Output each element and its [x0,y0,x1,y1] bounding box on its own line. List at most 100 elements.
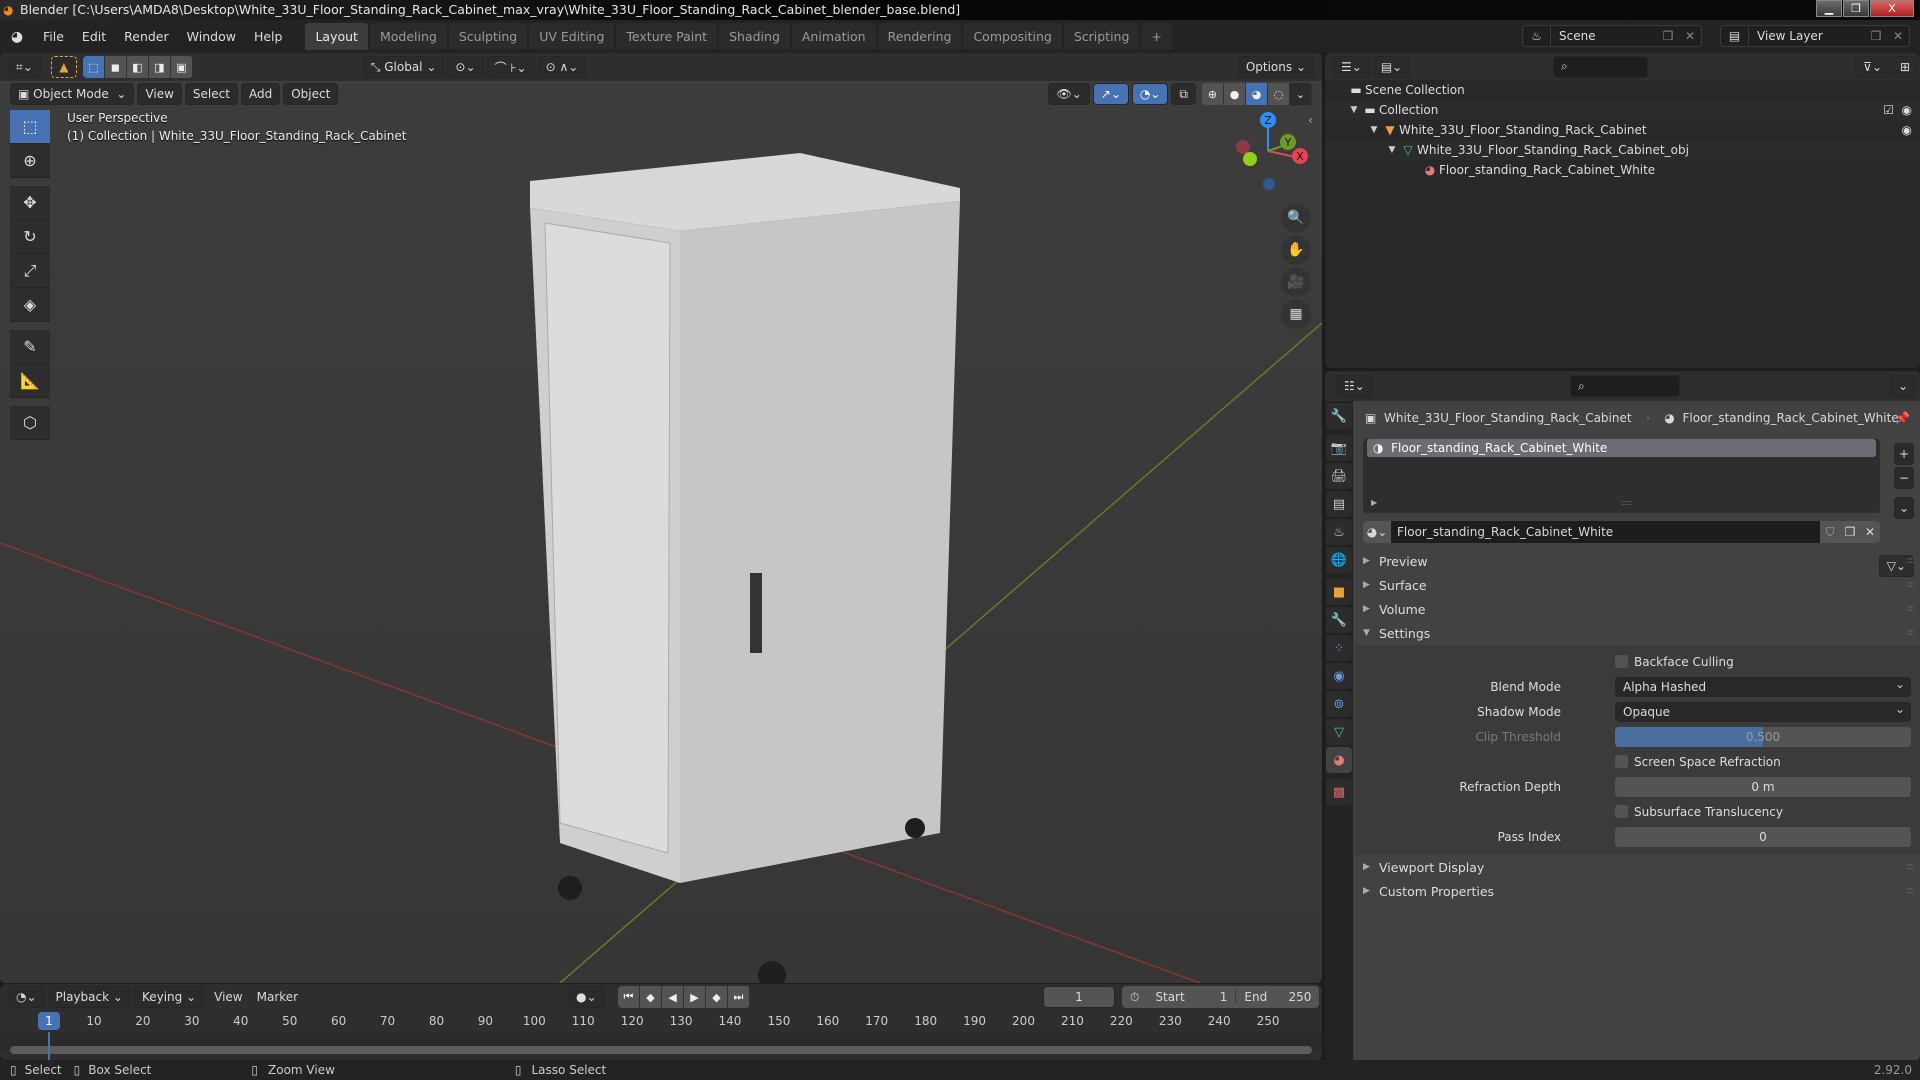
scene-name[interactable]: Scene [1551,29,1657,43]
tab-uv-editing[interactable]: UV Editing [529,23,615,50]
mode-dropdown[interactable]: ▣ Object Mode ⌄ [10,83,135,105]
gizmo-toggle[interactable]: ↗⌄ [1092,83,1129,105]
tab-modeling[interactable]: Modeling [369,23,447,50]
playback-dropdown[interactable]: Playback ⌄ [47,986,131,1008]
display-mode-dropdown[interactable]: ▤⌄ [1372,55,1411,78]
menu-edit[interactable]: Edit [73,29,115,44]
xray-toggle[interactable]: ⧉ [1171,83,1196,105]
menu-select[interactable]: Select [184,83,238,105]
navigation-gizmo[interactable]: Z Y X [1220,106,1320,196]
tab-texture-paint[interactable]: Texture Paint [616,23,718,50]
pan-view-icon[interactable]: ✋ [1281,235,1311,265]
scale-tool[interactable]: ⤢ [10,254,50,288]
tab-shading[interactable]: Shading [719,23,790,50]
next-keyframe-icon[interactable]: ◆ [706,986,728,1008]
end-frame-field[interactable]: End 250 [1235,990,1319,1004]
select-box-tool[interactable]: ⬚ [10,110,50,144]
expand-arrow-icon[interactable]: ▼ [1347,105,1361,115]
browse-material-icon[interactable]: ◕⌄ [1363,521,1391,543]
keying-dropdown[interactable]: Keying ⌄ [133,986,205,1008]
menu-view[interactable]: View [137,83,182,105]
material-preview-shading-icon[interactable]: ◕ [1246,83,1268,105]
timeline-editor-type[interactable]: ◔⌄ [8,986,45,1008]
stopwatch-icon[interactable]: ⏱ [1122,990,1147,1005]
blend-mode-dropdown[interactable]: Alpha Hashed [1615,676,1911,697]
select-tool-icon[interactable]: ▲ [50,56,77,78]
world-tab-icon[interactable]: 🌐 [1326,547,1352,573]
tab-layout[interactable]: Layout [305,23,368,50]
overlay-toggle[interactable]: ◔⌄ [1131,83,1169,105]
menu-object[interactable]: Object [283,83,339,105]
auto-keying-toggle[interactable]: ●⌄ [568,986,605,1008]
tab-scripting[interactable]: Scripting [1063,23,1140,50]
select-subtract-icon[interactable]: ◧ [126,56,149,78]
material-slot-item[interactable]: ◑ Floor_standing_Rack_Cabinet_White [1367,439,1876,457]
properties-search-input[interactable]: ⌕ [1570,375,1680,397]
scene-tab-icon[interactable]: ♨ [1326,519,1352,545]
list-expand-icon[interactable]: ▶ [1371,498,1377,507]
options-dropdown[interactable]: Options ⌄ [1237,56,1314,78]
render-tab-icon[interactable]: 📷 [1326,435,1352,461]
camera-view-icon[interactable]: 🎥 [1281,267,1311,297]
visibility-eye-icon[interactable]: ◉ [1902,123,1912,137]
close-button[interactable]: X [1870,0,1914,17]
pass-index-field[interactable]: 0 [1615,826,1911,847]
physics-tab-icon[interactable]: ◉ [1326,663,1352,689]
play-reverse-icon[interactable]: ◀ [662,986,684,1008]
select-extend-icon[interactable]: ◼ [104,56,127,78]
timeline-menu-marker[interactable]: Marker [257,990,298,1004]
expand-arrow-icon[interactable]: ▼ [1367,125,1381,135]
outliner-row-mesh[interactable]: ▼ ▽ White_33U_Floor_Standing_Rack_Cabine… [1325,140,1920,160]
editor-type-button[interactable]: ⌗⌄ [8,56,41,78]
view-layer-tab-icon[interactable]: ▤ [1326,491,1352,517]
properties-options-dropdown[interactable]: ⌄ [1889,375,1916,397]
visibility-selectability-dropdown[interactable]: 👁⌄ [1048,83,1090,105]
maximize-button[interactable]: ❐ [1843,0,1869,17]
data-tab-icon[interactable]: ▽ [1326,719,1352,745]
refraction-depth-field[interactable]: 0 m [1615,776,1911,797]
panel-custom-properties[interactable]: ▶ Custom Properties:::: [1355,879,1920,903]
menu-render[interactable]: Render [115,29,178,44]
transform-orientation-dropdown[interactable]: ⤡ Global ⌄ [362,56,445,78]
outliner-search-input[interactable]: ⌕ [1553,55,1648,78]
view-layer-name[interactable]: View Layer [1749,29,1865,43]
new-collection-button[interactable]: ⊞ [1891,55,1918,78]
tab-compositing[interactable]: Compositing [963,23,1062,50]
jump-end-icon[interactable]: ⏭ [728,986,750,1008]
rotate-tool[interactable]: ↻ [10,220,50,254]
rendered-shading-icon[interactable]: ◌ [1268,83,1290,105]
screen-space-refraction-checkbox[interactable]: Screen Space Refraction [1615,755,1781,769]
pivot-point-dropdown[interactable]: ⊙⌄ [447,56,484,78]
constraints-tab-icon[interactable]: ⊚ [1326,691,1352,717]
toggle-perspective-icon[interactable]: ▦ [1281,299,1311,329]
menu-help[interactable]: Help [245,29,292,44]
menu-window[interactable]: Window [178,29,245,44]
expand-arrow-icon[interactable]: ▼ [1385,145,1399,155]
shadow-mode-dropdown[interactable]: Opaque [1615,701,1911,722]
select-invert-icon[interactable]: ◨ [148,56,171,78]
new-view-layer-icon[interactable]: ❐ [1865,29,1887,43]
material-name-field[interactable]: Floor_standing_Rack_Cabinet_White [1391,521,1820,543]
object-tab-icon[interactable]: ■ [1326,579,1352,605]
outliner-row-object[interactable]: ▼ ▼ White_33U_Floor_Standing_Rack_Cabine… [1325,120,1920,140]
menu-add[interactable]: Add [240,83,281,105]
delete-view-layer-icon[interactable]: ✕ [1887,29,1909,43]
zoom-view-icon[interactable]: 🔍 [1281,203,1311,233]
panel-volume[interactable]: ▶ Volume:::: [1355,597,1920,621]
sidebar-toggle-icon[interactable]: ‹ [1308,113,1313,127]
prev-keyframe-icon[interactable]: ◆ [640,986,662,1008]
add-workspace-button[interactable]: + [1141,23,1172,50]
panel-preview[interactable]: ▶ Preview:::: [1355,549,1920,573]
play-icon[interactable]: ▶ [684,986,706,1008]
timeline-scrollbar[interactable] [10,1046,1312,1054]
panel-surface[interactable]: ▶ Surface:::: [1355,573,1920,597]
outliner-row-scene-collection[interactable]: ▬ Scene Collection [1325,80,1920,100]
tab-animation[interactable]: Animation [791,23,876,50]
current-frame-field[interactable]: 1 [1043,986,1115,1008]
material-datablock-selector[interactable]: ◕⌄ Floor_standing_Rack_Cabinet_White ⛉ ❐… [1363,521,1880,543]
subsurface-translucency-checkbox[interactable]: Subsurface Translucency [1615,805,1783,819]
jump-start-icon[interactable]: ⏮ [618,986,640,1008]
filter-dropdown[interactable]: ⊽⌄ [1855,55,1890,78]
pin-icon[interactable]: 📌 [1895,411,1910,425]
new-material-icon[interactable]: ❐ [1840,521,1860,543]
